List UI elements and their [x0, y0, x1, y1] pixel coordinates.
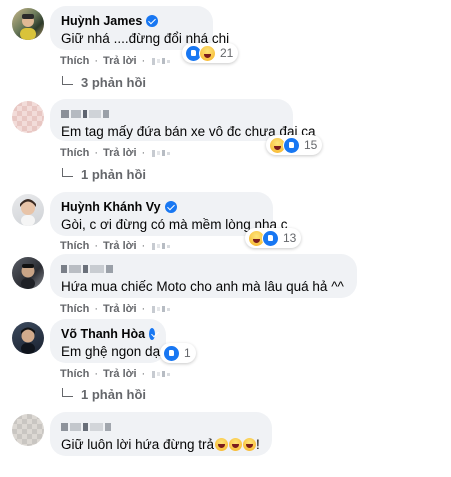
avatar[interactable]: [12, 414, 44, 446]
avatar[interactable]: [12, 8, 44, 40]
comment-actions: Thích · Trả lời ·: [60, 147, 171, 159]
timestamp-redacted[interactable]: [152, 149, 171, 157]
comment-text: Giữ nhá ....đừng đổi nhá chị: [61, 31, 230, 46]
avatar[interactable]: [12, 101, 44, 133]
comment-bubble: Hứa mua chiếc Moto cho anh mà lâu quá hả…: [50, 254, 357, 298]
like-reaction-icon: [163, 344, 180, 362]
verified-badge-icon: [146, 14, 159, 27]
like-link[interactable]: Thích: [60, 303, 89, 315]
like-link[interactable]: Thích: [60, 368, 89, 380]
reaction-summary[interactable]: 1: [160, 343, 196, 363]
separator: ·: [94, 55, 99, 67]
haha-reaction-icon: [199, 44, 216, 62]
like-reaction-icon: [262, 229, 279, 247]
comment-text-end: !: [256, 437, 260, 452]
replies-label[interactable]: 1 phản hồi: [81, 167, 146, 182]
separator: ·: [94, 147, 99, 159]
grinning-face-icon: [214, 438, 228, 451]
view-replies[interactable]: 1 phản hồi: [62, 387, 146, 402]
avatar[interactable]: [12, 257, 44, 289]
grinning-face-icon: [242, 438, 256, 451]
reply-arrow-icon: [62, 388, 73, 397]
comment-author[interactable]: Huỳnh Khánh Vy: [61, 199, 262, 214]
comment-text: Hứa mua chiếc Moto cho anh mà lâu quá hả…: [61, 279, 344, 294]
reply-link[interactable]: Trả lời: [103, 303, 137, 315]
redacted-name[interactable]: [61, 263, 113, 275]
grinning-face-icon: [228, 438, 242, 451]
comment-actions: Thích · Trả lời ·: [60, 368, 171, 380]
comment-bubble: Giữ luôn lời hứa đừng trả!: [50, 412, 272, 456]
verified-badge-icon: [164, 200, 177, 213]
comment-bubble: Em tag mấy đứa bán xe vô đc chưa đại ca: [50, 99, 316, 141]
replies-label[interactable]: 1 phản hồi: [81, 387, 146, 402]
separator: ·: [141, 368, 146, 380]
avatar-image: [21, 264, 35, 289]
reply-arrow-icon: [62, 168, 73, 177]
separator: ·: [141, 147, 146, 159]
reaction-count: 13: [283, 231, 297, 245]
separator: ·: [94, 368, 99, 380]
author-name[interactable]: Võ Thanh Hòa: [61, 327, 145, 341]
reaction-summary[interactable]: 13: [245, 228, 302, 248]
timestamp-redacted[interactable]: [152, 242, 171, 250]
comment-bubble: Huỳnh Khánh Vy Gòi, c ơi đừng có mà mềm …: [50, 192, 288, 236]
comment-author-redacted[interactable]: [61, 106, 282, 121]
comment-text: Gòi, c ơi đừng có mà mềm lòng nha c: [61, 217, 288, 232]
comment-text-main: Giữ luôn lời hứa đừng trả: [61, 437, 215, 452]
view-replies[interactable]: 1 phản hồi: [62, 167, 146, 182]
comment-actions: Thích · Trả lời ·: [60, 55, 171, 67]
reaction-count: 21: [220, 46, 234, 60]
reply-link[interactable]: Trả lời: [103, 55, 137, 67]
reply-arrow-icon: [62, 76, 73, 85]
separator: ·: [141, 303, 146, 315]
reaction-count: 15: [304, 138, 318, 152]
comment-actions: Thích · Trả lời ·: [60, 303, 171, 315]
comment-text: Giữ luôn lời hứa đừng trả!: [61, 437, 261, 452]
comment-author-redacted[interactable]: [61, 261, 346, 276]
comment-author-redacted[interactable]: [61, 419, 261, 434]
separator: ·: [141, 240, 146, 252]
verified-badge-icon: [149, 327, 155, 340]
reply-link[interactable]: Trả lời: [103, 147, 137, 159]
timestamp-redacted[interactable]: [152, 370, 171, 378]
replies-label[interactable]: 3 phản hồi: [81, 75, 146, 90]
reply-link[interactable]: Trả lời: [103, 240, 137, 252]
like-link[interactable]: Thích: [60, 240, 89, 252]
reaction-summary[interactable]: 15: [266, 135, 323, 155]
like-reaction-icon: [283, 136, 300, 154]
timestamp-redacted[interactable]: [152, 305, 171, 313]
author-name[interactable]: Huỳnh Khánh Vy: [61, 200, 161, 214]
comment-author[interactable]: Võ Thanh Hòa: [61, 326, 155, 341]
avatar[interactable]: [12, 194, 44, 226]
separator: ·: [94, 240, 99, 252]
avatar[interactable]: [12, 322, 44, 354]
reaction-count: 1: [184, 346, 191, 360]
comment-author[interactable]: Huỳnh James: [61, 13, 202, 28]
author-name[interactable]: Huỳnh James: [61, 14, 142, 28]
like-link[interactable]: Thích: [60, 147, 89, 159]
comment-bubble: Võ Thanh Hòa Em ghệ ngon dạ: [50, 319, 166, 363]
reply-link[interactable]: Trả lời: [103, 368, 137, 380]
redacted-name[interactable]: [61, 108, 109, 120]
like-link[interactable]: Thích: [60, 55, 89, 67]
avatar-image: [21, 327, 35, 354]
timestamp-redacted[interactable]: [152, 57, 171, 65]
redacted-name[interactable]: [61, 421, 111, 433]
separator: ·: [94, 303, 99, 315]
comment-actions: Thích · Trả lời ·: [60, 240, 171, 252]
view-replies[interactable]: 3 phản hồi: [62, 75, 146, 90]
comment-text: Em tag mấy đứa bán xe vô đc chưa đại ca: [61, 124, 316, 139]
avatar-image: [20, 199, 36, 226]
comment-text: Em ghệ ngon dạ: [61, 344, 161, 359]
reaction-summary[interactable]: 21: [182, 43, 239, 63]
separator: ·: [141, 55, 146, 67]
avatar-image: [20, 14, 36, 40]
